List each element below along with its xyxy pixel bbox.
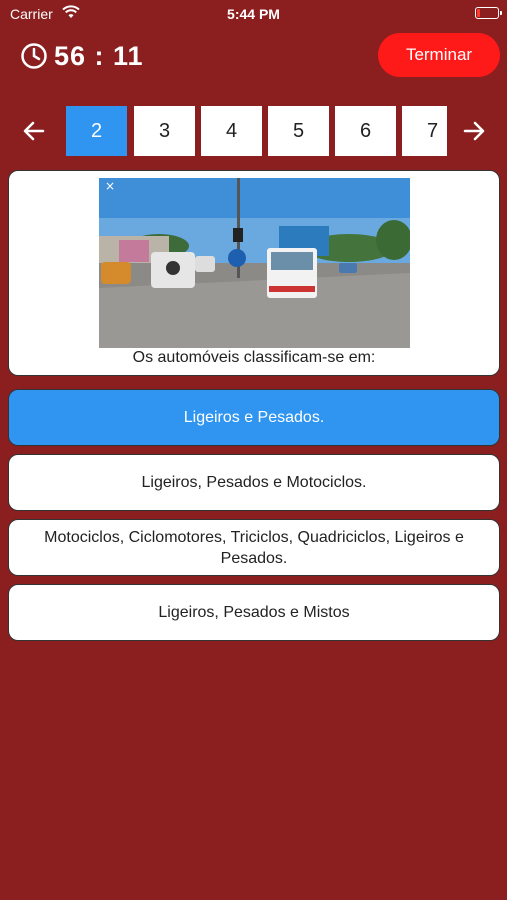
battery-icon [475, 7, 502, 19]
answer-option-2[interactable]: Ligeiros, Pesados e Motociclos. [8, 454, 500, 511]
answer-option-4[interactable]: Ligeiros, Pesados e Mistos [8, 584, 500, 641]
svg-text:×: × [105, 179, 115, 193]
page-button-2[interactable]: 2 [66, 106, 127, 156]
answer-option-3[interactable]: Motociclos, Ciclomotores, Triciclos, Qua… [8, 519, 500, 576]
arrow-right-icon[interactable] [461, 118, 487, 144]
page-button-5[interactable]: 5 [268, 106, 329, 156]
countdown-timer: 56 : 11 [20, 40, 144, 72]
question-pager: 2 3 4 5 6 7 [0, 106, 507, 156]
page-list: 2 3 4 5 6 7 [66, 106, 447, 156]
page-button-4[interactable]: 4 [201, 106, 262, 156]
arrow-left-icon[interactable] [21, 118, 47, 144]
page-button-6[interactable]: 6 [335, 106, 396, 156]
question-image: × [99, 178, 410, 348]
question-card: × Os automóveis classificam-se em: [8, 170, 500, 376]
finish-button[interactable]: Terminar [378, 33, 500, 77]
page-button-3[interactable]: 3 [134, 106, 195, 156]
status-time: 5:44 PM [227, 6, 280, 22]
clock-icon [21, 43, 47, 69]
status-bar: Carrier 5:44 PM [0, 0, 507, 28]
timer-value: 56 : 11 [54, 40, 144, 71]
page-button-7[interactable]: 7 [402, 106, 447, 156]
question-text: Os automóveis classificam-se em: [132, 349, 376, 366]
answer-option-1[interactable]: Ligeiros e Pesados. [8, 389, 500, 446]
